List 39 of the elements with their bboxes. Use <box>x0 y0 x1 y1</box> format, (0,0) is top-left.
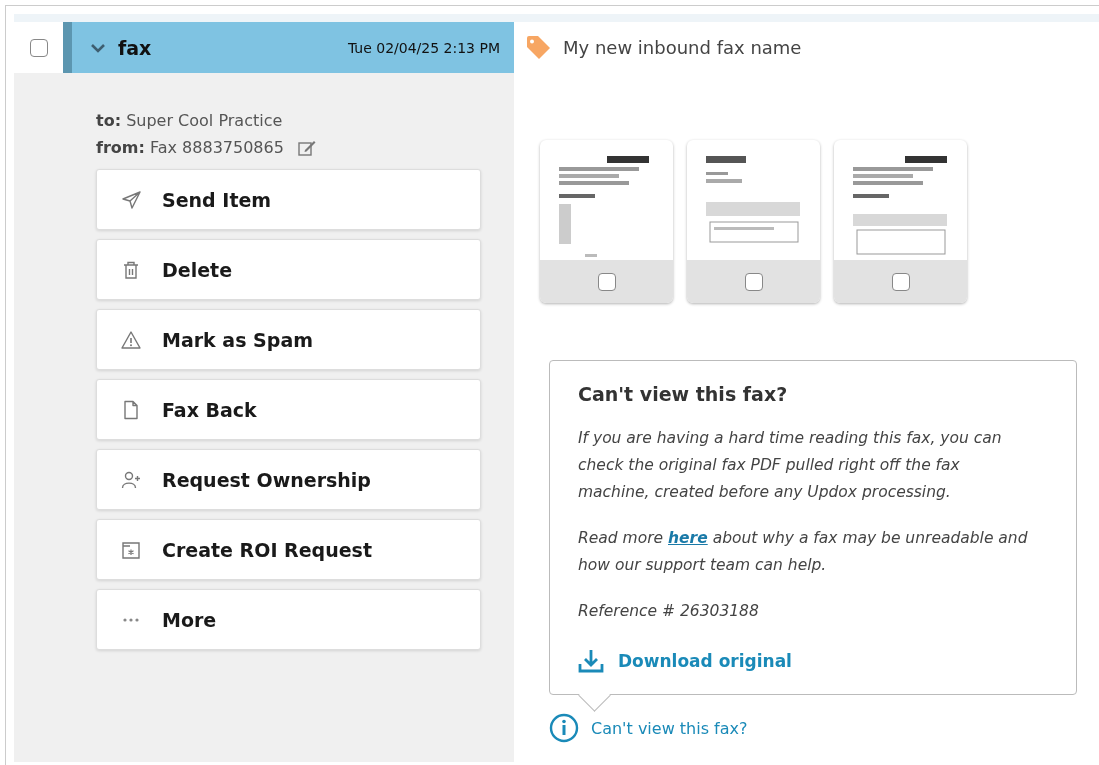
checkbox[interactable] <box>597 272 616 291</box>
sender-text: from: Fax 8883750865 <box>96 137 284 159</box>
action-button[interactable]: Delete <box>96 239 481 300</box>
edit-icon[interactable] <box>297 139 316 156</box>
send-icon <box>121 189 141 210</box>
warning-icon <box>121 329 141 350</box>
recipient-text: to: Super Cool Practice <box>96 110 284 132</box>
action-button[interactable]: Request Ownership <box>96 449 481 510</box>
item-header[interactable]: fax Tue 02/04/25 2:13 PM <box>63 22 514 73</box>
checkbox[interactable] <box>744 272 763 291</box>
more-icon <box>123 617 139 622</box>
action-button[interactable]: Fax Back <box>96 379 481 440</box>
page-thumbnail[interactable] <box>540 140 673 303</box>
tag-icon <box>525 34 551 61</box>
help-link[interactable]: Can't view this fax? <box>549 713 748 743</box>
document-icon <box>121 399 141 420</box>
action-button[interactable]: More <box>96 589 481 650</box>
item-date: Tue 02/04/25 2:13 PM <box>347 39 500 56</box>
action-button[interactable]: Send Item <box>96 169 481 230</box>
page-thumbnail[interactable] <box>687 140 820 303</box>
checkbox[interactable] <box>891 272 910 291</box>
popover-title: Can't view this fax? <box>578 383 789 405</box>
page-thumbnail[interactable] <box>834 140 967 303</box>
add-user-icon <box>121 469 141 490</box>
trash-icon <box>121 259 141 280</box>
item-title: fax <box>118 36 153 59</box>
fax-name: My new inbound fax name <box>563 37 802 58</box>
help-paragraph: Read more here about why a fax may be unreadable and how our support team can help. <box>578 528 1029 576</box>
action-button[interactable]: Mark as Spam <box>96 309 481 370</box>
download-icon <box>578 648 604 674</box>
help-paragraph: If you are having a hard time reading this fax, you can check the original fax PDF pulled right off the fax machine, created before any Updox processing. <box>578 428 1003 503</box>
reference-number: Reference # 26303188 <box>578 601 760 622</box>
download-link[interactable]: Download original <box>578 648 792 674</box>
action-button[interactable]: Create ROI Request <box>96 519 481 580</box>
here-link[interactable]: here <box>668 529 708 547</box>
info-icon <box>549 713 579 743</box>
chevron-icon[interactable] <box>90 41 106 54</box>
folder-icon <box>121 539 141 560</box>
checkbox[interactable] <box>29 38 48 57</box>
